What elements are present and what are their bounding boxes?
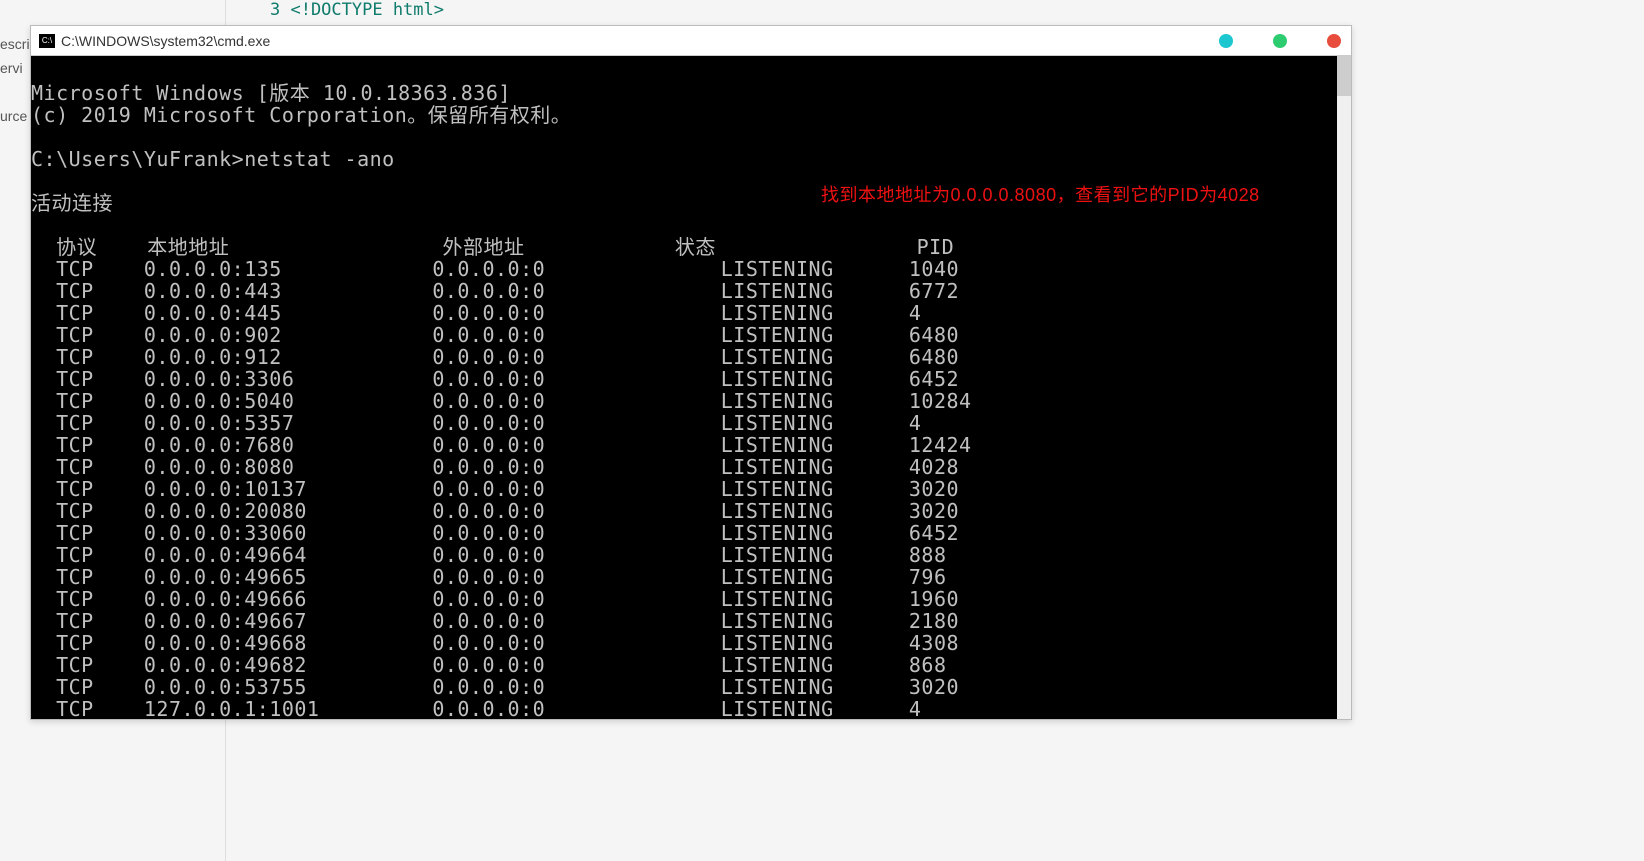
background-fragment: escri <box>0 36 30 52</box>
terminal-body[interactable]: Microsoft Windows [版本 10.0.18363.836] (c… <box>31 56 1351 719</box>
terminal-content: Microsoft Windows [版本 10.0.18363.836] (c… <box>31 56 1351 719</box>
background-code-line: 3 <!DOCTYPE html> <box>270 0 444 20</box>
background-fragment: urce <box>0 108 27 124</box>
cmd-icon: C:\ <box>39 34 55 48</box>
title-bar[interactable]: C:\ C:\WINDOWS\system32\cmd.exe <box>31 26 1351 56</box>
table-header: 协议 本地地址 外部地址 状态 PID <box>31 235 954 259</box>
table-rows: TCP 0.0.0.0:135 0.0.0.0:0 LISTENING 1040… <box>31 258 1351 719</box>
minimize-button[interactable] <box>1219 34 1233 48</box>
close-button[interactable] <box>1327 34 1341 48</box>
window-title: C:\WINDOWS\system32\cmd.exe <box>61 33 270 49</box>
scrollbar-track[interactable] <box>1337 56 1351 719</box>
prompt: C:\Users\YuFrank> <box>31 147 244 171</box>
annotation-text: 找到本地地址为0.0.0.0.8080，查看到它的PID为4028 <box>821 184 1260 206</box>
section-title: 活动连接 <box>31 191 113 215</box>
background-fragment: ervi <box>0 60 23 76</box>
banner-line: (c) 2019 Microsoft Corporation。保留所有权利。 <box>31 103 571 127</box>
window-controls <box>1219 34 1341 48</box>
banner-line: Microsoft Windows [版本 10.0.18363.836] <box>31 81 511 105</box>
command: netstat -ano <box>244 147 395 171</box>
scrollbar-thumb[interactable] <box>1337 56 1351 96</box>
cmd-window: C:\ C:\WINDOWS\system32\cmd.exe Microsof… <box>30 25 1352 720</box>
maximize-button[interactable] <box>1273 34 1287 48</box>
